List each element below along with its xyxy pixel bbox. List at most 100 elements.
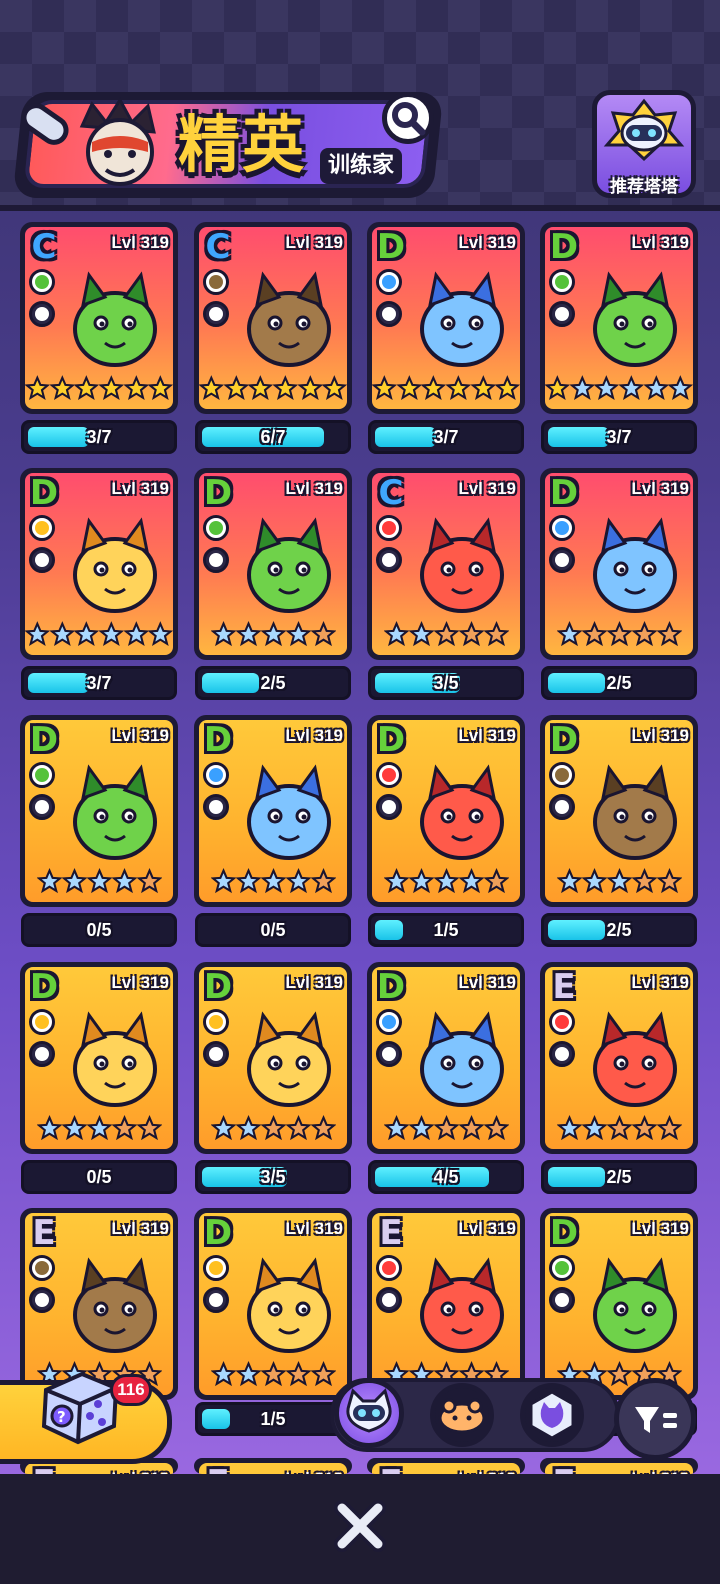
level-label: Lvl 319 (111, 233, 169, 252)
potion-icon (382, 1047, 396, 1061)
star-bronze-icon (136, 1114, 162, 1141)
star-gold-icon (49, 375, 75, 400)
progress-text: 3/5 (433, 673, 459, 693)
star-blue-icon (556, 1114, 582, 1141)
trainer-card[interactable]: E Lvl 319 (540, 962, 698, 1154)
element-badge (29, 269, 55, 295)
attack-icon (382, 553, 396, 567)
green-beetle-icon (73, 764, 157, 860)
close-icon[interactable] (328, 1494, 392, 1558)
water-icon (555, 521, 569, 535)
star-bronze-icon (483, 620, 509, 647)
trainer-card[interactable]: D Lvl 319 (20, 715, 178, 907)
role-badge (203, 1041, 229, 1067)
trainer-card[interactable]: D Lvl 319 (367, 222, 525, 414)
role-badge (29, 1041, 55, 1067)
star-rating (25, 373, 173, 407)
trainer-card-peek[interactable]: ELvl 319 (540, 1458, 698, 1474)
dock-tata-button[interactable] (334, 1378, 404, 1448)
attack-icon (555, 1047, 569, 1061)
card-art: D Lvl 319 (372, 227, 520, 409)
card-art: D Lvl 319 (372, 967, 520, 1149)
star-blue-icon (235, 867, 261, 894)
star-blue-icon (408, 620, 434, 647)
trainer-card[interactable]: D Lvl 319 (540, 468, 698, 660)
star-rating (199, 866, 347, 900)
trainer-card[interactable]: C Lvl 319 (367, 468, 525, 660)
trainer-card[interactable]: D Lvl 319 (194, 1208, 352, 1400)
star-rating (372, 619, 520, 653)
trainer-card[interactable]: D Lvl 319 (194, 962, 352, 1154)
star-blue-icon (36, 867, 62, 894)
star-rating (372, 1113, 520, 1147)
trainer-card[interactable]: D Lvl 319 (367, 962, 525, 1154)
trainer-card[interactable]: D Lvl 319 (194, 468, 352, 660)
trainer-card[interactable]: D Lvl 319 (540, 222, 698, 414)
star-bronze-icon (631, 620, 657, 647)
progress-bar: 4/5 (368, 1160, 524, 1194)
trainer-card[interactable]: C Lvl 319 (20, 222, 178, 414)
star-gold-icon (99, 375, 124, 400)
card-art: D Lvl 319 (545, 1213, 693, 1395)
level-label: Lvl 319 (285, 973, 343, 992)
trainer-card[interactable]: D Lvl 319 (540, 1208, 698, 1400)
level-label: Lvl 319 (631, 1219, 689, 1238)
grade-letter: D (203, 473, 233, 513)
trainer-card-peek[interactable]: ELvl 319 (367, 1458, 525, 1474)
progress-bar: 6/7 (195, 420, 351, 454)
star-blue-icon (74, 621, 99, 646)
trainer-card[interactable]: D Lvl 319 (20, 468, 178, 660)
card-art: D Lvl 319 (199, 720, 347, 902)
star-rating (199, 373, 347, 407)
trainer-card[interactable]: C Lvl 319 (194, 222, 352, 414)
thunder-icon (209, 1261, 223, 1275)
trainer-card-peek[interactable]: ELvl 319 (194, 1458, 352, 1474)
role-badge (549, 301, 575, 327)
dock-bread-button[interactable] (430, 1383, 494, 1447)
grade-letter: D (29, 720, 59, 760)
trainer-card[interactable]: D Lvl 319 (540, 715, 698, 907)
leaf-icon (209, 521, 223, 535)
ice-blob-icon (593, 517, 677, 613)
trainer-card[interactable]: E Lvl 319 (367, 1208, 525, 1400)
progress-text: 2/5 (606, 1167, 632, 1187)
level-label: Lvl 319 (285, 1219, 343, 1238)
star-blue-icon (606, 867, 632, 894)
filter-button[interactable] (614, 1378, 696, 1460)
grade-letter: E (547, 1463, 581, 1474)
dock-crystal-button[interactable] (520, 1383, 584, 1447)
progress-bar: 3/5 (368, 666, 524, 700)
star-blue-icon (408, 1114, 434, 1141)
card-art: D Lvl 319 (545, 227, 693, 409)
potion-icon (35, 553, 49, 567)
trainer-card[interactable]: D Lvl 319 (367, 715, 525, 907)
leaf-icon (555, 275, 569, 289)
tata-icon (346, 1388, 392, 1433)
fire-icon (382, 1261, 396, 1275)
mystery-box-icon[interactable]: ? (38, 1364, 120, 1448)
star-blue-icon (210, 1114, 236, 1141)
star-bronze-icon (581, 620, 607, 647)
trainer-card[interactable]: D Lvl 319 (20, 962, 178, 1154)
star-blue-icon (260, 620, 286, 647)
star-blue-icon (556, 620, 582, 647)
star-rating (545, 373, 693, 407)
thunder-icon (35, 1015, 49, 1029)
foot-icon (35, 307, 49, 321)
card-art: D Lvl 319 (372, 720, 520, 902)
card-art: D Lvl 319 (199, 967, 347, 1149)
role-badge (549, 794, 575, 820)
role-badge (29, 1287, 55, 1313)
star-gold-icon (446, 375, 471, 400)
progress-bar: 3/7 (368, 420, 524, 454)
blue-butterfly-icon (420, 271, 504, 367)
attack-icon (209, 553, 223, 567)
page-subtitle: 训练家 (320, 148, 403, 184)
element-badge (549, 515, 575, 541)
element-badge (376, 762, 402, 788)
attack-icon (209, 1047, 223, 1061)
element-badge (549, 762, 575, 788)
search-button[interactable] (382, 92, 434, 144)
trainer-card[interactable]: D Lvl 319 (194, 715, 352, 907)
star-blue-icon (569, 375, 595, 400)
